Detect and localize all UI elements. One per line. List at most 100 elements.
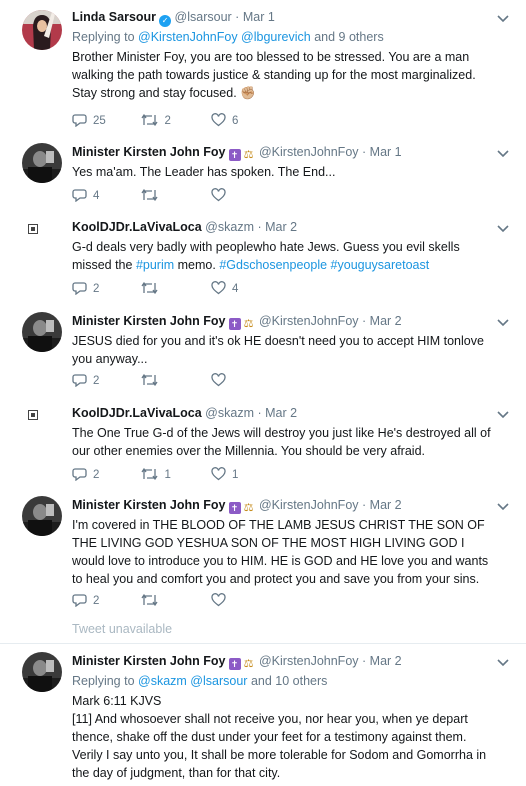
tweet-date[interactable]: Mar 2 <box>265 406 297 420</box>
like-button[interactable] <box>211 372 277 387</box>
retweet-button[interactable] <box>141 188 207 202</box>
reply-button[interactable]: 2 <box>72 593 138 608</box>
display-name[interactable]: Minister Kirsten John Foy <box>72 145 226 159</box>
separator-dot: · <box>257 220 262 234</box>
tweet-date[interactable]: Mar 2 <box>370 314 402 328</box>
heart-icon <box>211 592 226 607</box>
retweet-button[interactable] <box>141 281 207 295</box>
tweet-date[interactable]: Mar 1 <box>370 145 402 159</box>
reply-button[interactable]: 4 <box>72 188 138 203</box>
user-handle[interactable]: @lsarsour <box>175 10 232 24</box>
retweet-count: 1 <box>164 468 171 481</box>
like-count: 4 <box>231 282 239 295</box>
chevron-down-icon[interactable] <box>496 318 510 328</box>
avatar[interactable] <box>22 143 62 183</box>
user-handle[interactable]: @KirstenJohnFoy <box>259 654 359 668</box>
heart-icon <box>211 112 226 127</box>
tweet-text: Brother Minister Foy, you are too blesse… <box>72 50 476 100</box>
tweet-date[interactable]: Mar 2 <box>265 220 297 234</box>
user-handle[interactable]: @KirstenJohnFoy <box>259 314 359 328</box>
retweet-button[interactable] <box>141 373 207 387</box>
chevron-down-icon[interactable] <box>496 14 510 24</box>
tweet[interactable]: Minister Kirsten John Foy ✝ ⚖ @KirstenJohn… <box>0 652 526 786</box>
avatar[interactable] <box>22 10 62 50</box>
display-name[interactable]: KoolDJDr.LaVivaLoca <box>72 220 202 234</box>
hashtag-link[interactable]: #purim <box>136 258 174 272</box>
verified-icon: ✓ <box>159 15 172 27</box>
retweet-button[interactable] <box>141 593 207 607</box>
reply-icon <box>72 189 87 203</box>
separator-dot: · <box>362 498 367 512</box>
like-button[interactable]: 4 <box>211 280 277 295</box>
retweet-button[interactable]: 1 <box>141 467 207 481</box>
heart-icon <box>211 466 226 481</box>
retweet-button[interactable]: 2 <box>141 113 207 127</box>
hashtag-link[interactable]: #youguysaretoast <box>331 258 430 272</box>
display-name[interactable]: Linda Sarsour <box>72 10 156 24</box>
heart-icon <box>211 187 226 202</box>
display-name[interactable]: Minister Kirsten John Foy <box>72 654 226 668</box>
tweet-date[interactable]: Mar 2 <box>370 498 402 512</box>
tweet-actions: 2 <box>72 592 277 608</box>
like-count: 1 <box>231 468 239 481</box>
chevron-down-icon[interactable] <box>496 658 510 668</box>
reply-count: 4 <box>93 189 100 202</box>
tweet-unavailable-notice: Tweet unavailable <box>72 622 173 636</box>
tweet-date[interactable]: Mar 1 <box>243 10 275 24</box>
tweet-text-line: Mark 6:11 KJVS <box>72 694 162 708</box>
reply-count: 2 <box>93 594 100 607</box>
tweet-actions: 2 <box>72 372 277 388</box>
avatar[interactable] <box>22 652 62 692</box>
tweet-actions: 4 <box>72 187 277 203</box>
reply-icon <box>72 374 87 388</box>
user-handle[interactable]: @skazm <box>205 406 254 420</box>
like-count: 6 <box>231 114 239 127</box>
chevron-down-icon[interactable] <box>496 502 510 512</box>
reply-count: 2 <box>93 374 100 387</box>
replying-to-others[interactable]: and 10 others <box>251 674 327 688</box>
reply-count: 25 <box>93 114 106 127</box>
retweet-icon <box>141 113 159 126</box>
tweet-text: I'm covered in THE BLOOD OF THE LAMB JES… <box>72 518 489 586</box>
tweet-header: KoolDJDr.LaVivaLoca @skazm · Mar 2 <box>72 218 496 236</box>
display-name[interactable]: KoolDJDr.LaVivaLoca <box>72 406 202 420</box>
replying-to-label: Replying to <box>72 674 135 688</box>
like-button[interactable]: 6 <box>211 112 277 127</box>
chevron-down-icon[interactable] <box>496 149 510 159</box>
like-button[interactable]: 1 <box>211 466 277 481</box>
separator-dot: · <box>257 406 262 420</box>
like-button[interactable] <box>211 187 277 202</box>
scales-icon: ⚖ <box>241 502 256 514</box>
replying-to-handles[interactable]: @skazm @lsarsour <box>138 674 247 688</box>
broken-image-icon[interactable] <box>28 224 38 234</box>
reply-icon <box>72 282 87 296</box>
retweet-icon <box>141 467 159 480</box>
chevron-down-icon[interactable] <box>496 224 510 234</box>
display-name[interactable]: Minister Kirsten John Foy <box>72 314 226 328</box>
tweet-header: Minister Kirsten John Foy ✝ ⚖ @KirstenJohn… <box>72 496 496 514</box>
separator-dot: · <box>362 145 367 159</box>
reply-button[interactable]: 2 <box>72 281 138 296</box>
replying-to-handles[interactable]: @KirstenJohnFoy @lbgurevich <box>138 30 311 44</box>
display-name[interactable]: Minister Kirsten John Foy <box>72 498 226 512</box>
tweet-text: G-d deals very badly with peoplewho hate… <box>72 238 496 274</box>
reply-button[interactable]: 2 <box>72 373 138 388</box>
user-handle[interactable]: @KirstenJohnFoy <box>259 498 359 512</box>
avatar[interactable] <box>22 312 62 352</box>
like-button[interactable] <box>211 592 277 607</box>
tweet-text: Yes ma'am. The Leader has spoken. The En… <box>72 165 336 179</box>
chevron-down-icon[interactable] <box>496 410 510 420</box>
replying-to: Replying to @KirstenJohnFoy @lbgurevich … <box>72 28 496 46</box>
replying-to-others[interactable]: and 9 others <box>314 30 384 44</box>
hashtag-link[interactable]: #Gdschosenpeople <box>219 258 327 272</box>
reply-button[interactable]: 2 <box>72 467 138 482</box>
user-handle[interactable]: @skazm <box>205 220 254 234</box>
user-handle[interactable]: @KirstenJohnFoy <box>259 145 359 159</box>
broken-image-icon[interactable] <box>28 410 38 420</box>
reply-icon <box>72 114 87 128</box>
tweet-text: JESUS died for you and it's ok HE doesn'… <box>72 334 484 366</box>
avatar[interactable] <box>22 496 62 536</box>
reply-button[interactable]: 25 <box>72 113 138 128</box>
tweet-date[interactable]: Mar 2 <box>370 654 402 668</box>
heart-icon <box>211 372 226 387</box>
